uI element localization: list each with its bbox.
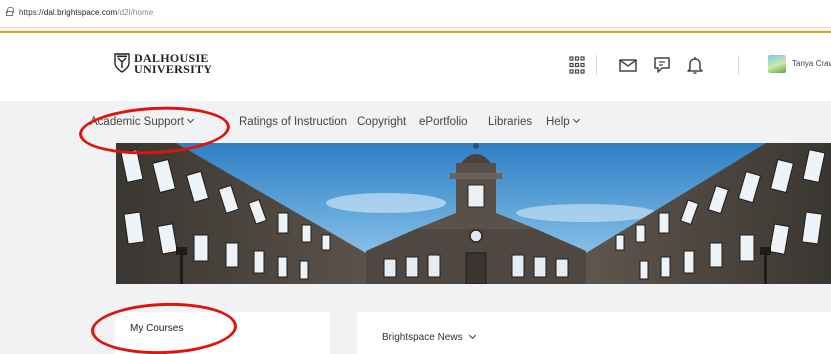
news-title-label: Brightspace News [382, 332, 463, 343]
bell-icon[interactable] [683, 53, 707, 77]
chevron-down-icon [572, 115, 580, 124]
nav-eportfolio[interactable]: ePortfolio [419, 116, 468, 128]
nav-item-label: Copyright [357, 116, 407, 128]
news-widget-title[interactable]: Brightspace News [382, 331, 476, 343]
user-name[interactable]: Tanya Crawfor [792, 59, 831, 68]
nav-copyright[interactable]: Copyright [357, 116, 406, 128]
app-grid-icon[interactable] [565, 53, 589, 77]
site-header: DALHOUSIE UNIVERSITY Tanya Crawfor [0, 33, 831, 101]
crest-icon [114, 53, 130, 73]
hero-banner-image [116, 143, 831, 284]
avatar[interactable] [768, 55, 786, 73]
chat-icon[interactable] [650, 53, 674, 77]
header-divider [596, 55, 597, 75]
nav-item-label: Help [546, 116, 570, 128]
url-prefix: https:// [19, 8, 44, 17]
logo-line-2: UNIVERSITY [134, 62, 213, 76]
logo-wordmark: DALHOUSIE UNIVERSITY [134, 52, 213, 76]
nav-item-label: Ratings of Instruction [239, 116, 348, 128]
nav-ratings-of-instruction[interactable]: Ratings of Instruction [239, 116, 347, 128]
lock-icon [6, 7, 14, 16]
header-divider [738, 55, 739, 75]
nav-item-label: ePortfolio [419, 116, 468, 128]
chevron-down-icon [468, 331, 476, 340]
url-text[interactable]: https://dal.brightspace.com/d2l/home [19, 8, 153, 17]
url-host: dal.brightspace.com [43, 8, 118, 17]
nav-libraries[interactable]: Libraries [488, 116, 532, 128]
nav-item-label: Libraries [488, 116, 533, 128]
mail-icon[interactable] [616, 53, 640, 77]
university-logo[interactable]: DALHOUSIE UNIVERSITY [114, 50, 234, 80]
nav-help[interactable]: Help [546, 115, 580, 128]
news-widget: Brightspace News [357, 312, 831, 354]
address-bar[interactable]: https://dal.brightspace.com/d2l/home [0, 0, 831, 28]
url-path: /d2l/home [117, 8, 154, 17]
